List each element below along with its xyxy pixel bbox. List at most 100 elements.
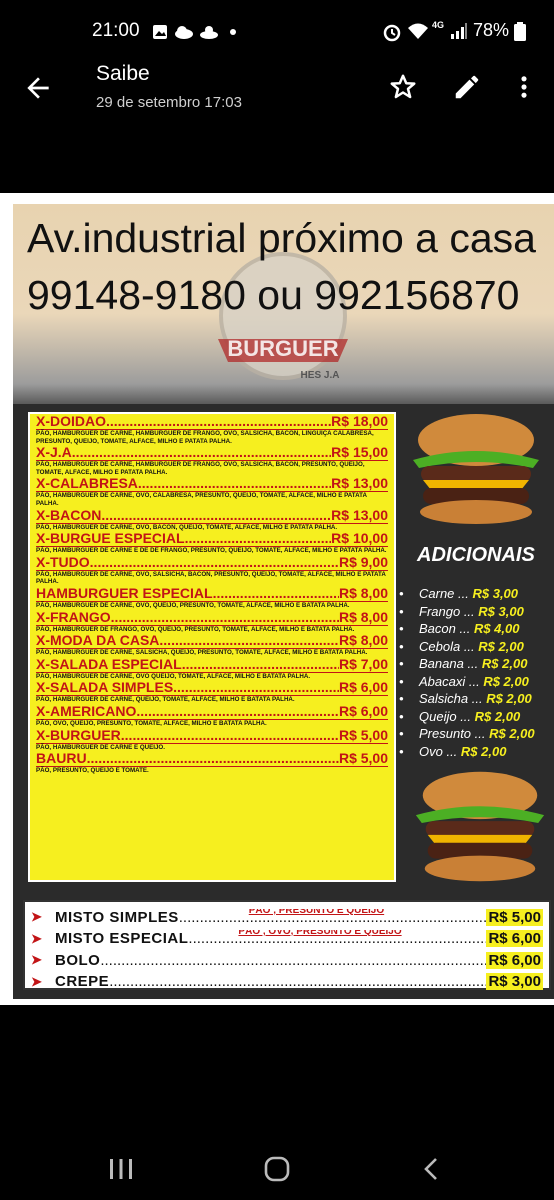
- bottom-item-price: R$ 6,00: [486, 951, 543, 969]
- bottom-item-note: PÃO , OVO, PRESUNTO E QUEIJO: [238, 930, 402, 937]
- bullet-icon: •: [399, 621, 404, 636]
- menu-item: X-DOIDAO R$ 18,00PÃO, HAMBURGUER DE CARNE…: [30, 414, 394, 445]
- bottom-item-price: R$ 3,00: [486, 973, 543, 990]
- adicional-separator: ...: [468, 691, 487, 706]
- bottom-menu-item: ➤ MISTO SIMPLES PÃO , PRESUNTO E QUEIJO R$ …: [31, 906, 543, 928]
- back-icon[interactable]: [420, 1157, 442, 1181]
- battery-icon: [514, 22, 526, 41]
- dot-icon: [230, 29, 236, 35]
- adicional-item: • Ovo ... R$ 2,00: [399, 743, 535, 761]
- adicionais-title: ADICIONAIS: [417, 544, 535, 566]
- back-arrow-icon[interactable]: [22, 72, 54, 104]
- menu-item-price: R$ 7,00: [338, 655, 388, 672]
- bullet-icon: •: [399, 708, 404, 724]
- bottom-menu-item: ➤ CREPE R$ 3,00: [31, 971, 543, 993]
- dot-leader: [159, 633, 339, 648]
- bullet-icon: •: [399, 726, 404, 741]
- burger-image: [413, 414, 539, 524]
- menu-item-row: X-J.A R$ 15,00: [36, 445, 388, 460]
- adicional-item: • Salsicha ... R$ 2,00: [399, 690, 535, 708]
- adicional-separator: ...: [456, 708, 475, 724]
- menu-poster[interactable]: BURGUER HES J.A Av.industrial próximo a …: [13, 204, 554, 999]
- menu-item-price: R$ 18,00: [331, 413, 388, 429]
- menu-item-name: X-DOIDAO: [36, 413, 106, 429]
- dot-leader: [109, 973, 486, 990]
- bullet-icon: •: [399, 656, 404, 671]
- menu-item-description: PÃO, HAMBURGUER DE CARNE, HAMBURGUER DE …: [36, 460, 388, 476]
- battery-percent: 78%: [473, 20, 510, 40]
- bullet-icon: •: [399, 638, 404, 654]
- alarm-icon: [383, 24, 401, 42]
- dot-leader: [121, 728, 339, 743]
- menu-item-row: X-BURGUE ESPECIAL R$ 10,00: [36, 531, 388, 546]
- adicional-name: Ovo: [419, 743, 443, 759]
- adicional-item: • Frango ... R$ 3,00: [399, 603, 535, 621]
- adicionais-list: • Carne ... R$ 3,00 • Frango ... R$ 3,00 • Ba…: [399, 585, 535, 760]
- adicional-item: • Abacaxi ... R$ 2,00: [399, 673, 535, 691]
- menu-item-row: BAURU R$ 5,00: [36, 751, 388, 766]
- menu-item-row: X-MODA DA CASA R$ 8,00: [36, 633, 388, 648]
- bullet-icon: •: [399, 691, 404, 706]
- menu-item-row: X-TUDO R$ 9,00: [36, 554, 388, 570]
- adicional-separator: ...: [460, 638, 479, 654]
- menu-item-row: X-BURGUER R$ 5,00: [36, 726, 388, 743]
- dot-leader: [87, 751, 339, 766]
- adicional-price: R$ 3,00: [472, 586, 519, 601]
- adicional-separator: ...: [471, 726, 490, 741]
- adicional-item: • Presunto ... R$ 2,00: [399, 725, 535, 743]
- adicional-name: Cebola: [419, 638, 461, 654]
- bottom-item-name: CREPE: [55, 973, 110, 990]
- home-icon[interactable]: [264, 1156, 290, 1182]
- menu-item-price: R$ 5,00: [338, 750, 388, 767]
- burger-image: [415, 771, 545, 882]
- dot-leader: [173, 680, 339, 695]
- bottom-menu-item: ➤ BOLO R$ 6,00: [31, 949, 543, 971]
- menu-item: X-SALADA SIMPLESR$ 6,00PÃO, HAMBURGUER D…: [30, 680, 394, 704]
- adicional-separator: ...: [454, 586, 473, 601]
- dot-leader: [72, 445, 331, 460]
- menu-item-price: R$ 8,00: [338, 632, 388, 649]
- star-icon[interactable]: [388, 72, 418, 102]
- menu-item: X-BACONR$ 13,00PÃO, HAMBURGUER DE CARNE,…: [30, 506, 394, 532]
- menu-item-row: HAMBURGUER ESPECIAL R$ 8,00: [36, 585, 388, 601]
- menu-item: X-BURGUE ESPECIALR$ 10,00PÃO, HAMBURGUER…: [30, 531, 394, 555]
- adicional-price: R$ 2,00: [489, 726, 535, 741]
- adicional-name: Bacon: [419, 621, 456, 636]
- menu-item-price: R$ 13,00: [331, 475, 388, 492]
- adicional-price: R$ 4,00: [473, 621, 520, 636]
- menu-item-price: R$ 5,00: [338, 726, 388, 743]
- menu-item-name: BAURU: [36, 750, 87, 767]
- menu-item: BAURU R$ 5,00PÃO, PRESUNTO, QUEIJO E TOMA…: [30, 751, 394, 775]
- menu-item: X-AMERICANOR$ 6,00PÃO, OVO, QUEIJO, PRES…: [30, 702, 394, 728]
- status-time: 21:00: [92, 20, 140, 41]
- image-icon: [153, 25, 167, 39]
- adicional-price: R$ 2,00: [481, 656, 528, 671]
- adicional-separator: ...: [463, 656, 482, 671]
- wifi-icon: [408, 23, 428, 39]
- menu-list: X-DOIDAO R$ 18,00 PÃO, HAMBURGUER DE CARNE…: [28, 412, 396, 882]
- menu-item-name: X-J.A: [36, 444, 72, 461]
- bottom-item-name: MISTO SIMPLES: [55, 908, 179, 926]
- menu-item: X-TUDO R$ 9,00PÃO, HAMBURGUER DE CARNE, O…: [30, 554, 394, 586]
- menu-item: X-MODA DA CASAR$ 8,00PÃO, HAMBURGUER DE …: [30, 633, 394, 657]
- edit-pencil-icon[interactable]: [452, 72, 482, 102]
- more-vert-icon[interactable]: [510, 72, 538, 102]
- page-title: Saibe: [96, 62, 150, 85]
- menu-item-row: X-AMERICANO R$ 6,00: [36, 702, 388, 719]
- menu-item-price: R$ 6,00: [338, 702, 388, 719]
- arrow-icon: ➤: [31, 909, 42, 924]
- menu-item: X-SALADA ESPECIALR$ 7,00PÃO, HAMBURGUER …: [30, 655, 394, 681]
- adicional-price: R$ 3,00: [478, 603, 524, 619]
- adicional-item: • Queijo ... R$ 2,00: [399, 708, 535, 726]
- dot-leader: [101, 508, 331, 523]
- adicional-price: R$ 2,00: [486, 691, 532, 706]
- logo-text: BURGUER: [227, 336, 338, 361]
- menu-item-description: PÃO, HAMBURGUER DE CARNE, OVO, SALSICHA,…: [36, 569, 388, 586]
- menu-item-description: PÃO, PRESUNTO, QUEIJO E TOMATE.: [36, 766, 388, 775]
- dot-leader: [185, 531, 332, 546]
- logo-subtext: HES J.A: [301, 370, 340, 381]
- bottom-item-name: BOLO: [55, 951, 101, 969]
- adicional-name: Salsicha: [419, 691, 469, 706]
- menu-item-name: X-BACON: [36, 506, 102, 523]
- recents-icon[interactable]: [108, 1158, 134, 1180]
